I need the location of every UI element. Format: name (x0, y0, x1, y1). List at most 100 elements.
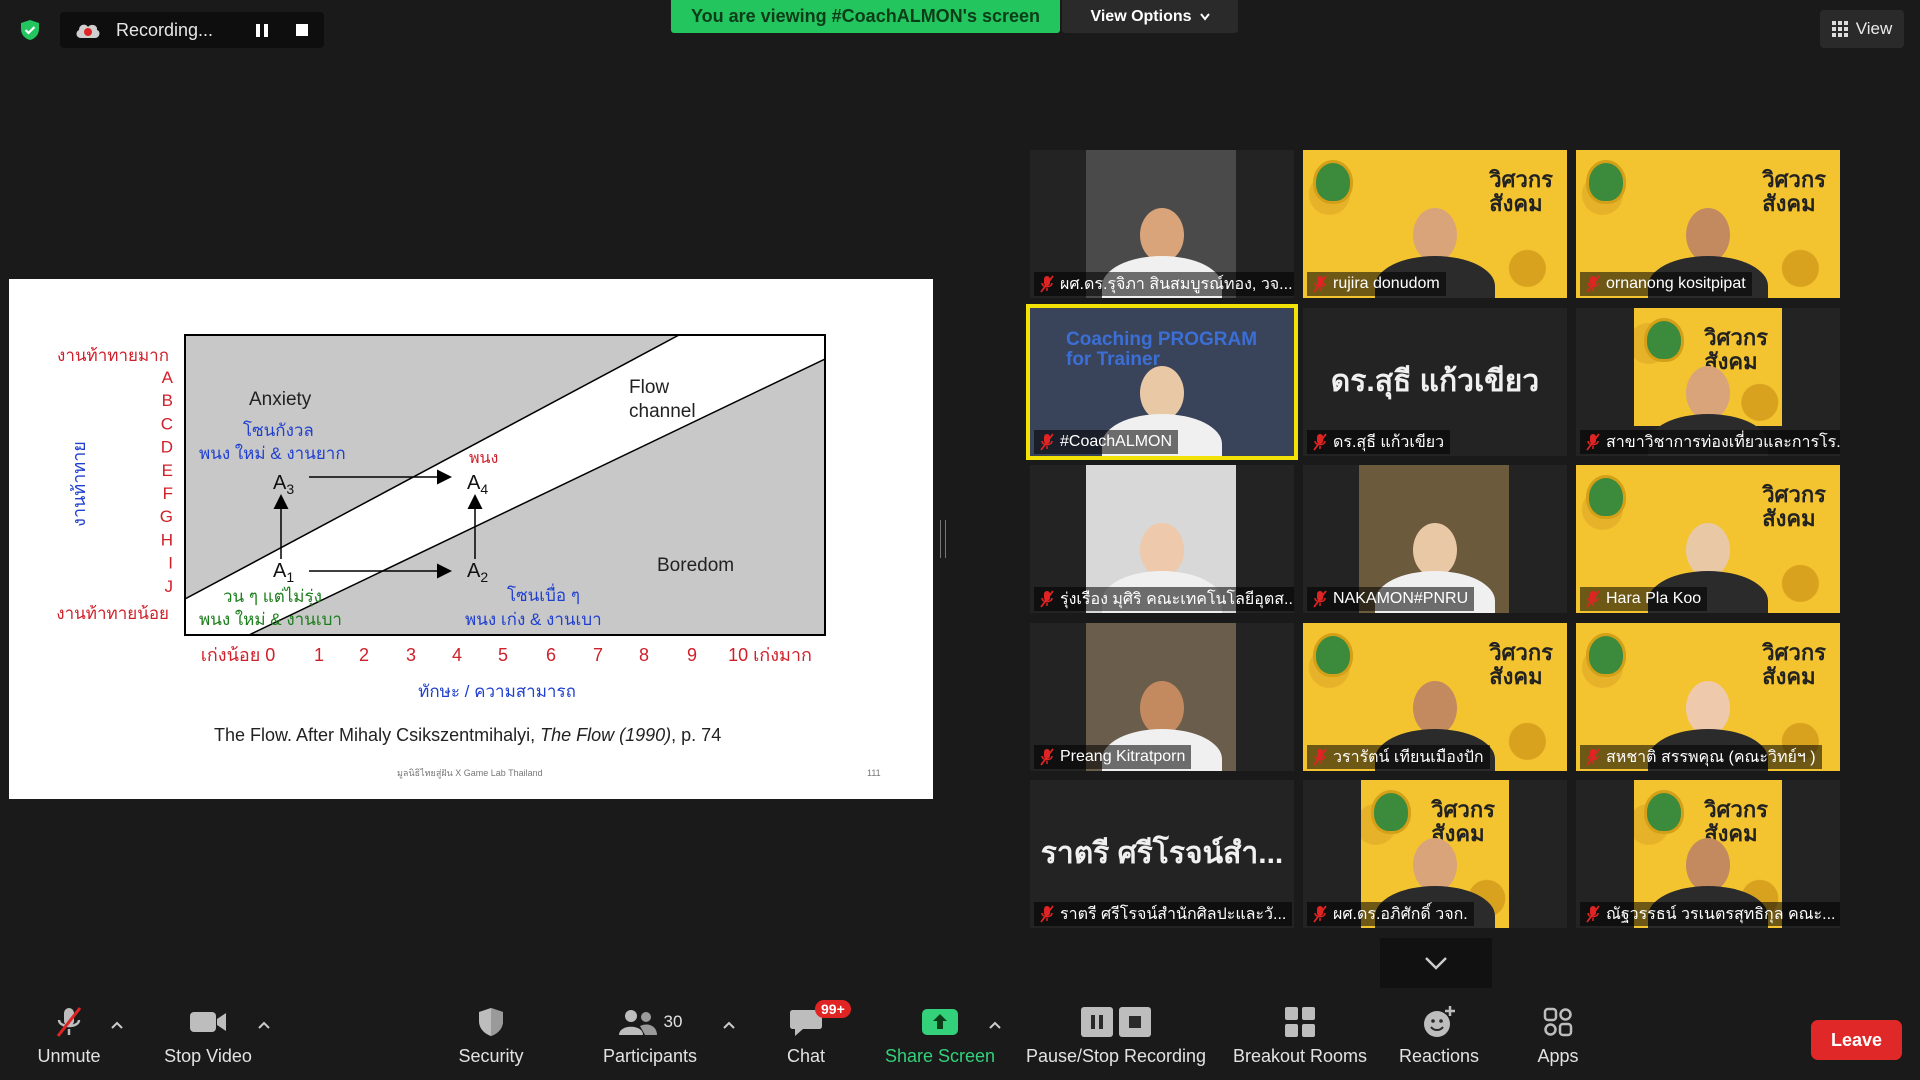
y-letter-ticks: ABCDEFGHIJ (160, 368, 174, 596)
university-emblem-icon (1313, 633, 1353, 677)
university-emblem-icon (1371, 790, 1411, 834)
participant-tile[interactable]: วิศวกร สังคม ณัฐวรรธน์ วรเนตรสุทธิกุล คณะ… (1576, 780, 1840, 928)
participant-display-name: ดร.สุธี แก้วเขียว (1330, 365, 1540, 398)
participant-name: รุ่งเรือง มุศิริ คณะเทคโนโลยีอุตส... (1060, 590, 1294, 608)
breakout-rooms-button[interactable]: Breakout Rooms (1230, 990, 1370, 1080)
chat-label: Chat (786, 1046, 826, 1066)
participant-tile[interactable]: วิศวกร สังคมวรารัตน์ เทียนเมืองปัก (1303, 623, 1567, 771)
participant-name-tag: rujira donudom (1307, 272, 1446, 296)
security-button[interactable]: Security (448, 990, 534, 1080)
security-label: Security (458, 1046, 524, 1066)
stop-video-label: Stop Video (164, 1046, 252, 1066)
participant-name-tag: สหชาติ สรรพคุณ (คณะวิทย์ฯ ) (1580, 745, 1822, 769)
microphone-muted-icon (1040, 433, 1054, 451)
view-options-button[interactable]: View Options (1062, 0, 1238, 33)
university-emblem-icon (1586, 475, 1626, 519)
unmute-label: Unmute (37, 1046, 101, 1066)
panel-resize-handle[interactable] (940, 520, 946, 558)
participant-tile[interactable]: วิศวกร สังคม rujira donudom (1303, 150, 1567, 298)
reactions-button[interactable]: Reactions (1394, 990, 1484, 1080)
share-options-caret[interactable] (988, 1018, 1002, 1032)
participant-tile[interactable]: วิศวกร สังคม สหชาติ สรรพคุณ (คณะวิทย์ฯ ) (1576, 623, 1840, 771)
microphone-muted-icon (1313, 433, 1327, 451)
a4-note: พนง (469, 450, 498, 467)
participant-name: ณัฐวรรธน์ วรเนตรสุทธิกุล คณะ... (1606, 905, 1836, 923)
participant-tile[interactable]: Coaching PROGRAM for Trainer #CoachALMON (1026, 304, 1298, 460)
y-letter-tick: B (162, 391, 173, 410)
participant-name-tag: รุ่งเรือง มุศิริ คณะเทคโนโลยีอุตส... (1034, 587, 1294, 611)
poster-brand: วิศวกร สังคม (1762, 167, 1826, 216)
leave-button[interactable]: Leave (1811, 1020, 1902, 1060)
share-screen-button[interactable]: Share Screen (880, 990, 1000, 1080)
y-letter-tick: G (160, 507, 173, 526)
participant-name: ราตรี ศรีโรจน์สำนักศิลปะและวั... (1060, 905, 1287, 923)
apps-label: Apps (1537, 1046, 1579, 1066)
x-tick-label: 3 (406, 645, 416, 665)
view-options-label: View Options (1090, 7, 1192, 25)
y-letter-tick: J (165, 577, 174, 596)
y-letter-tick: F (163, 484, 173, 503)
microphone-muted-icon (1313, 748, 1327, 766)
participant-tile[interactable]: NAKAMON#PNRU (1303, 465, 1567, 613)
apps-button[interactable]: Apps (1522, 990, 1594, 1080)
pause-stop-recording-label: Pause/Stop Recording (1025, 1046, 1207, 1066)
chat-button[interactable]: 99+ Chat (776, 990, 851, 1080)
x-tick-label: 6 (546, 645, 556, 665)
microphone-muted-icon (1313, 590, 1327, 608)
audio-options-caret[interactable] (110, 1018, 124, 1032)
anxiety-label: Anxiety (249, 389, 312, 410)
y-letter-tick: H (161, 530, 173, 549)
slide-caption: The Flow. After Mihaly Csikszentmihalyi,… (214, 725, 721, 745)
participant-name-tag: สาขาวิชาการท่องเที่ยวและการโร... (1580, 430, 1840, 454)
participant-name-tag: วรารัตน์ เทียนเมืองปัก (1307, 745, 1490, 769)
microphone-muted-icon (1586, 748, 1600, 766)
y-bottom-label: งานท้าทายน้อย (56, 604, 169, 623)
pause-icon (256, 23, 268, 37)
university-emblem-icon (1644, 790, 1684, 834)
pause-stop-recording-button[interactable]: Pause/Stop Recording (1024, 990, 1208, 1080)
poster-brand: วิศวกร สังคม (1489, 640, 1553, 689)
participants-options-caret[interactable] (722, 1018, 736, 1032)
microphone-muted-icon (1040, 905, 1054, 923)
participants-count: 30 (663, 1012, 683, 1031)
shared-screen-slide: งานท้าทายมาก งานท้าทายน้อย ABCDEFGHIJ งา… (9, 279, 933, 799)
flow-label-1: Flow (629, 377, 669, 398)
participant-tile[interactable]: Preang Kitratporn (1030, 623, 1294, 771)
participant-name: ผศ.ดร.อภิศักดิ์ วจก. (1333, 905, 1468, 923)
participant-tile[interactable]: ผศ.ดร.รุจิภา สินสมบูรณ์ทอง, วจ... (1030, 150, 1294, 298)
microphone-muted-icon (56, 1007, 82, 1037)
x-tick-label: 5 (498, 645, 508, 665)
security-shield-icon[interactable] (18, 18, 42, 42)
participants-button[interactable]: 30 Participants (592, 990, 708, 1080)
participant-name-tag: #CoachALMON (1034, 430, 1179, 454)
smiley-plus-icon (1424, 1006, 1455, 1037)
pause-recording-button[interactable] (248, 16, 276, 44)
unmute-button[interactable]: Unmute (26, 990, 112, 1080)
participant-tile[interactable]: ดร.สุธี แก้วเขียว ดร.สุธี แก้วเขียว (1303, 308, 1567, 456)
university-emblem-icon (1586, 160, 1626, 204)
microphone-muted-icon (1313, 905, 1327, 923)
participant-name: ornanong kositpipat (1606, 275, 1746, 292)
microphone-muted-icon (1586, 905, 1600, 923)
next-page-button[interactable] (1380, 938, 1492, 988)
participant-name: วรารัตน์ เทียนเมืองปัก (1333, 748, 1484, 766)
share-screen-label: Share Screen (884, 1046, 996, 1066)
slide-footer: มูลนิธิไทยสู่ฝัน X Game Lab Thailand (397, 768, 543, 779)
participants-label: Participants (602, 1046, 698, 1066)
video-options-caret[interactable] (257, 1018, 271, 1032)
view-layout-button[interactable]: View (1820, 10, 1904, 48)
participant-name: rujira donudom (1333, 275, 1440, 292)
participant-tile[interactable]: ราตรี ศรีโรจน์สำ... ราตรี ศรีโรจน์สำนักศิ… (1030, 780, 1294, 928)
microphone-muted-icon (1586, 275, 1600, 293)
pause-icon (1081, 1007, 1113, 1037)
participant-tile[interactable]: วิศวกร สังคม Hara Pla Koo (1576, 465, 1840, 613)
stop-video-button[interactable]: Stop Video (155, 990, 261, 1080)
stop-recording-button[interactable] (288, 16, 316, 44)
participant-tile[interactable]: วิศวกร สังคม สาขาวิชาการท่องเที่ยวและการโ… (1576, 308, 1840, 456)
participant-name: ดร.สุธี แก้วเขียว (1333, 433, 1445, 451)
participant-tile[interactable]: รุ่งเรือง มุศิริ คณะเทคโนโลยีอุตส... (1030, 465, 1294, 613)
boredom-label: Boredom (657, 555, 734, 576)
participant-tile[interactable]: วิศวกร สังคม ผศ.ดร.อภิศักดิ์ วจก. (1303, 780, 1567, 928)
boredom-thai-label: โซนเบื่อ ๆ (507, 583, 580, 605)
participant-tile[interactable]: วิศวกร สังคม ornanong kositpipat (1576, 150, 1840, 298)
